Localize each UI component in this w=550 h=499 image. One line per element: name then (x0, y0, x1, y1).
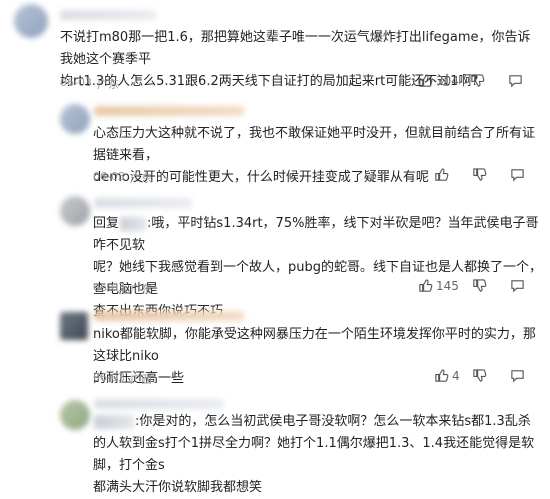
dislike-button[interactable] (472, 368, 487, 383)
comment-icon (510, 278, 525, 293)
like-count: 304 (436, 73, 459, 88)
like-count: 4 (452, 368, 460, 383)
reply-button[interactable] (510, 368, 525, 383)
comment-icon (508, 73, 523, 88)
avatar[interactable] (60, 104, 90, 134)
reply-button[interactable] (510, 278, 525, 293)
like-button[interactable] (434, 167, 449, 182)
reply-label: 回复 (93, 216, 120, 231)
dislike-button[interactable] (472, 167, 487, 182)
thumbs-down-icon (472, 167, 487, 182)
avatar[interactable] (60, 312, 88, 340)
username[interactable] (94, 399, 224, 409)
comment-text: 回复:哦，平时钻s1.34rt，75%胜率，线下对半砍是吧？当年武侯电子哥咋不见… (93, 216, 542, 319)
thumbs-up-icon (434, 368, 449, 383)
comment-date: 06-03 (93, 170, 125, 183)
thumbs-up-icon (434, 167, 449, 182)
like-button[interactable]: 145 (418, 278, 459, 293)
comment-text: 不说打m80那一把1.6，那把算她这辈子唯一一次运气爆炸打出lifegame，你… (60, 30, 531, 89)
reply-button[interactable] (508, 73, 523, 88)
comment-date: 06-03 (93, 371, 125, 384)
thumbs-up-icon (418, 278, 433, 293)
dislike-button[interactable] (472, 278, 487, 293)
avatar[interactable] (60, 400, 90, 430)
comment-location: 广东 (130, 172, 152, 185)
thumbs-down-icon (470, 73, 485, 88)
reply-button[interactable] (510, 167, 525, 182)
username[interactable] (94, 311, 244, 321)
comment-text: :你是对的，怎么当初武侯电子哥没软啊？怎么一软本来钻s都1.3乱杀 的人软到金s… (93, 414, 535, 495)
avatar[interactable] (14, 4, 48, 38)
mentioned-username[interactable] (94, 414, 134, 429)
comment-date: 06-03 (93, 281, 125, 294)
thumbs-up-icon (418, 73, 433, 88)
username[interactable] (94, 106, 244, 116)
username[interactable] (94, 198, 192, 208)
comment-location: 广西 (130, 373, 152, 386)
dislike-button[interactable] (470, 73, 485, 88)
like-button[interactable]: 4 (434, 368, 460, 383)
comment-icon (510, 167, 525, 182)
username[interactable] (60, 10, 156, 20)
comment-date: 06-03 (60, 76, 92, 89)
avatar[interactable] (60, 196, 90, 226)
like-button[interactable]: 304 (418, 73, 459, 88)
thumbs-down-icon (472, 368, 487, 383)
comment-icon (510, 368, 525, 383)
comment-location: 广东 (130, 283, 152, 296)
mentioned-username[interactable] (120, 216, 147, 231)
comment-location: 广东 (97, 78, 119, 91)
like-count: 145 (436, 278, 459, 293)
thumbs-down-icon (472, 278, 487, 293)
